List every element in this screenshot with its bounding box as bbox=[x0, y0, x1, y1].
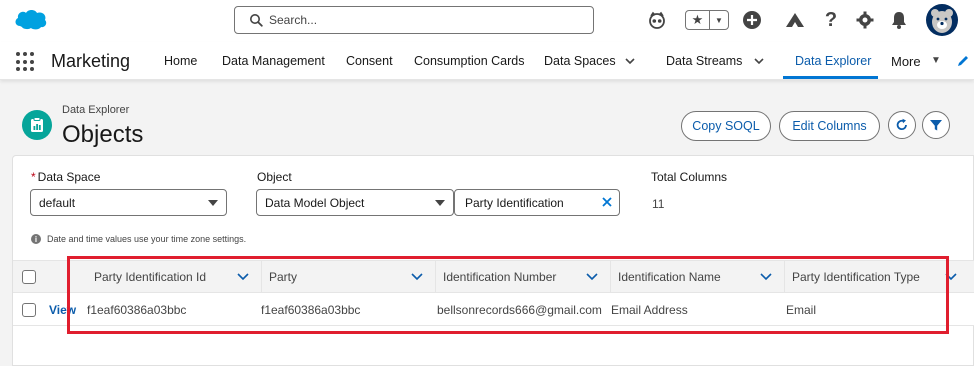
edit-nav-pencil-icon[interactable] bbox=[956, 54, 970, 68]
search-input[interactable] bbox=[269, 11, 569, 29]
caret-down-icon bbox=[435, 200, 445, 206]
cell-party-identification-type: Email bbox=[786, 303, 817, 317]
setup-gear-icon[interactable] bbox=[854, 9, 876, 31]
table-row: View f1eaf60386a03bbc f1eaf60386a03bbc b… bbox=[13, 293, 974, 326]
column-header-party-identification-type[interactable]: Party Identification Type bbox=[785, 261, 974, 293]
nav-item-data-explorer[interactable]: Data Explorer bbox=[795, 54, 871, 68]
favorites-star-icon[interactable]: ★ bbox=[686, 11, 710, 29]
app-nav-bar: Marketing Home Data Management Consent C… bbox=[0, 42, 974, 80]
nav-item-consumption-cards[interactable]: Consumption Cards bbox=[414, 54, 524, 68]
filter-button[interactable] bbox=[922, 111, 950, 139]
edit-columns-button[interactable]: Edit Columns bbox=[779, 111, 880, 141]
data-explorer-card: * Data Space default Object Data Model Ob… bbox=[12, 155, 974, 366]
filter-icon bbox=[930, 120, 942, 131]
breadcrumb: Data Explorer bbox=[62, 104, 130, 116]
favorites-group[interactable]: ★ ▼ bbox=[685, 10, 729, 30]
clear-icon[interactable] bbox=[601, 196, 613, 208]
total-columns-label: Total Columns bbox=[651, 170, 728, 184]
data-explorer-object-icon bbox=[22, 110, 52, 140]
einstein-icon[interactable] bbox=[646, 9, 668, 31]
total-columns-value: 11 bbox=[652, 197, 665, 211]
active-tab-indicator bbox=[783, 76, 878, 79]
copy-soql-button[interactable]: Copy SOQL bbox=[681, 111, 771, 141]
add-icon[interactable] bbox=[741, 9, 763, 31]
chevron-down-icon[interactable] bbox=[586, 272, 598, 282]
cell-party-identification-id: f1eaf60386a03bbc bbox=[87, 303, 187, 317]
chevron-down-icon[interactable] bbox=[624, 55, 636, 67]
favorites-dropdown-icon[interactable]: ▼ bbox=[710, 11, 728, 29]
nav-item-consent[interactable]: Consent bbox=[346, 54, 393, 68]
required-marker: * bbox=[31, 170, 36, 184]
column-header-party[interactable]: Party bbox=[262, 261, 436, 293]
salesforce-cloud-icon[interactable] bbox=[12, 6, 48, 32]
search-icon bbox=[250, 14, 263, 27]
notifications-bell-icon[interactable] bbox=[888, 9, 910, 31]
nav-item-data-spaces[interactable]: Data Spaces bbox=[544, 54, 616, 68]
caret-down-icon bbox=[208, 200, 218, 206]
object-label: Object bbox=[257, 170, 292, 184]
page-header: Data Explorer Objects Copy SOQL Edit Col… bbox=[12, 92, 974, 154]
data-space-select[interactable]: default bbox=[30, 189, 227, 216]
chevron-down-icon[interactable] bbox=[411, 272, 423, 282]
trailhead-icon[interactable] bbox=[784, 9, 806, 31]
row-checkbox[interactable] bbox=[22, 303, 36, 317]
more-caret-icon[interactable]: ▼ bbox=[931, 55, 941, 66]
column-header-identification-number[interactable]: Identification Number bbox=[436, 261, 611, 293]
chevron-down-icon[interactable] bbox=[753, 55, 765, 67]
nav-item-data-management[interactable]: Data Management bbox=[222, 54, 325, 68]
refresh-button[interactable] bbox=[888, 111, 916, 139]
column-header-party-identification-id[interactable]: Party Identification Id bbox=[71, 261, 262, 293]
view-record-link[interactable]: View bbox=[49, 303, 76, 317]
info-icon: i bbox=[31, 234, 41, 244]
page-title: Objects bbox=[62, 121, 144, 148]
nav-item-home[interactable]: Home bbox=[164, 54, 197, 68]
chevron-down-icon[interactable] bbox=[945, 272, 957, 282]
column-header-identification-name[interactable]: Identification Name bbox=[611, 261, 785, 293]
cell-party: f1eaf60386a03bbc bbox=[261, 303, 361, 317]
help-icon[interactable]: ? bbox=[820, 9, 842, 31]
refresh-icon bbox=[896, 118, 907, 131]
object-type-select[interactable]: Data Model Object bbox=[256, 189, 454, 216]
global-search[interactable] bbox=[234, 6, 594, 34]
object-lookup-field[interactable]: Party Identification bbox=[454, 189, 620, 216]
nav-item-data-streams[interactable]: Data Streams bbox=[666, 54, 742, 68]
app-name: Marketing bbox=[51, 51, 131, 71]
timezone-note: i Date and time values use your time zon… bbox=[31, 234, 246, 244]
global-header: ★ ▼ ? bbox=[0, 0, 974, 42]
nav-item-more[interactable]: More bbox=[891, 54, 921, 69]
cell-identification-name: Email Address bbox=[611, 303, 688, 317]
chevron-down-icon[interactable] bbox=[760, 272, 772, 282]
data-space-label: * Data Space bbox=[31, 170, 101, 184]
chevron-down-icon[interactable] bbox=[237, 272, 249, 282]
select-all-checkbox[interactable] bbox=[22, 270, 36, 284]
table-header: Party Identification Id Party Identifica… bbox=[13, 260, 974, 293]
cell-identification-number: bellsonrecords666@gmail.com bbox=[437, 303, 602, 317]
app-launcher-icon[interactable] bbox=[16, 52, 36, 72]
avatar[interactable] bbox=[926, 4, 958, 36]
